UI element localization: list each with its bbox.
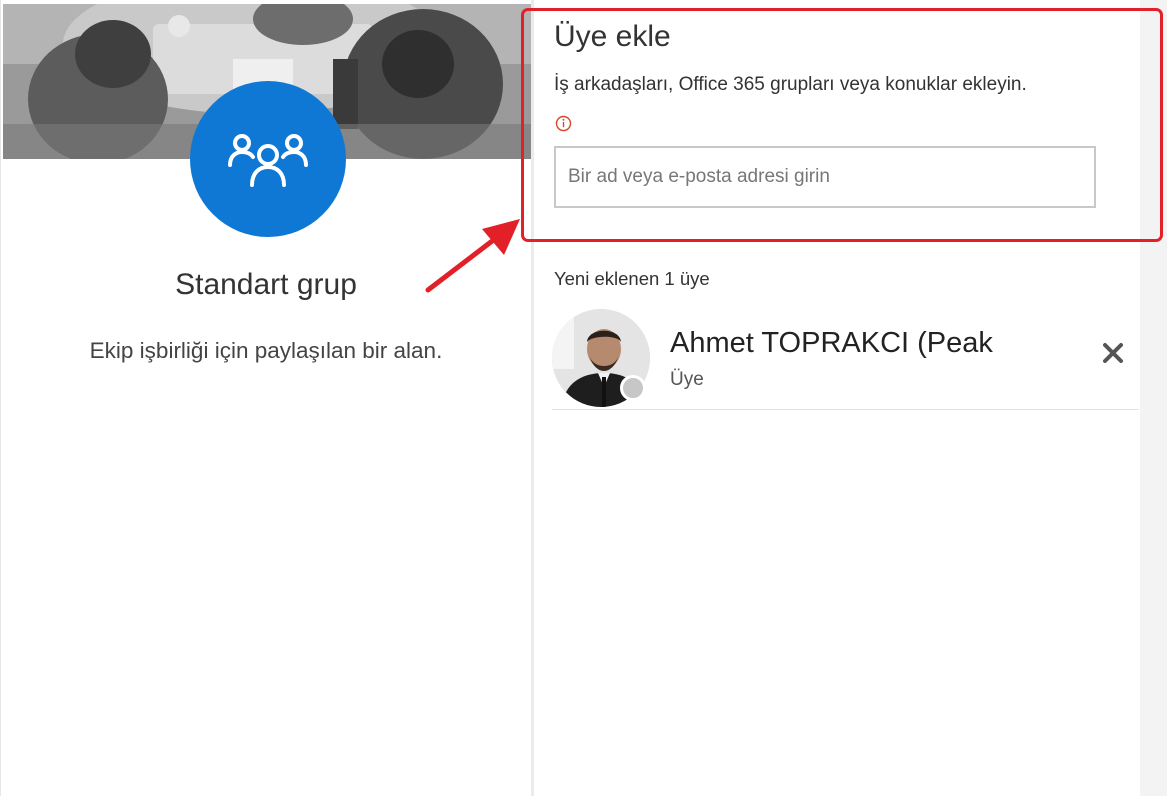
- close-icon: [1103, 343, 1123, 363]
- group-people-icon: [228, 134, 308, 187]
- scrollbar-track[interactable]: [1140, 0, 1167, 796]
- presence-status-icon: [620, 375, 646, 401]
- group-description: Ekip işbirliği için paylaşılan bir alan.: [89, 338, 443, 363]
- remove-member-button[interactable]: [1097, 335, 1129, 371]
- new-members-label: Yeni eklenen 1 üye: [554, 268, 710, 289]
- group-avatar: [190, 81, 346, 237]
- member-name: Ahmet TOPRAKCI (Peak: [670, 327, 993, 359]
- add-member-subtitle: İş arkadaşları, Office 365 grupları veya…: [554, 74, 1027, 95]
- group-card: Standart grup Ekip işbirliği için paylaş…: [0, 0, 531, 796]
- add-member-title: Üye ekle: [554, 20, 671, 53]
- member-role: Üye: [670, 369, 704, 390]
- info-circle-icon[interactable]: [555, 115, 572, 132]
- annotation-arrow: [425, 219, 520, 293]
- member-list-item: Ahmet TOPRAKCI (Peak Üye: [552, 305, 1139, 410]
- member-search-input[interactable]: [554, 146, 1096, 208]
